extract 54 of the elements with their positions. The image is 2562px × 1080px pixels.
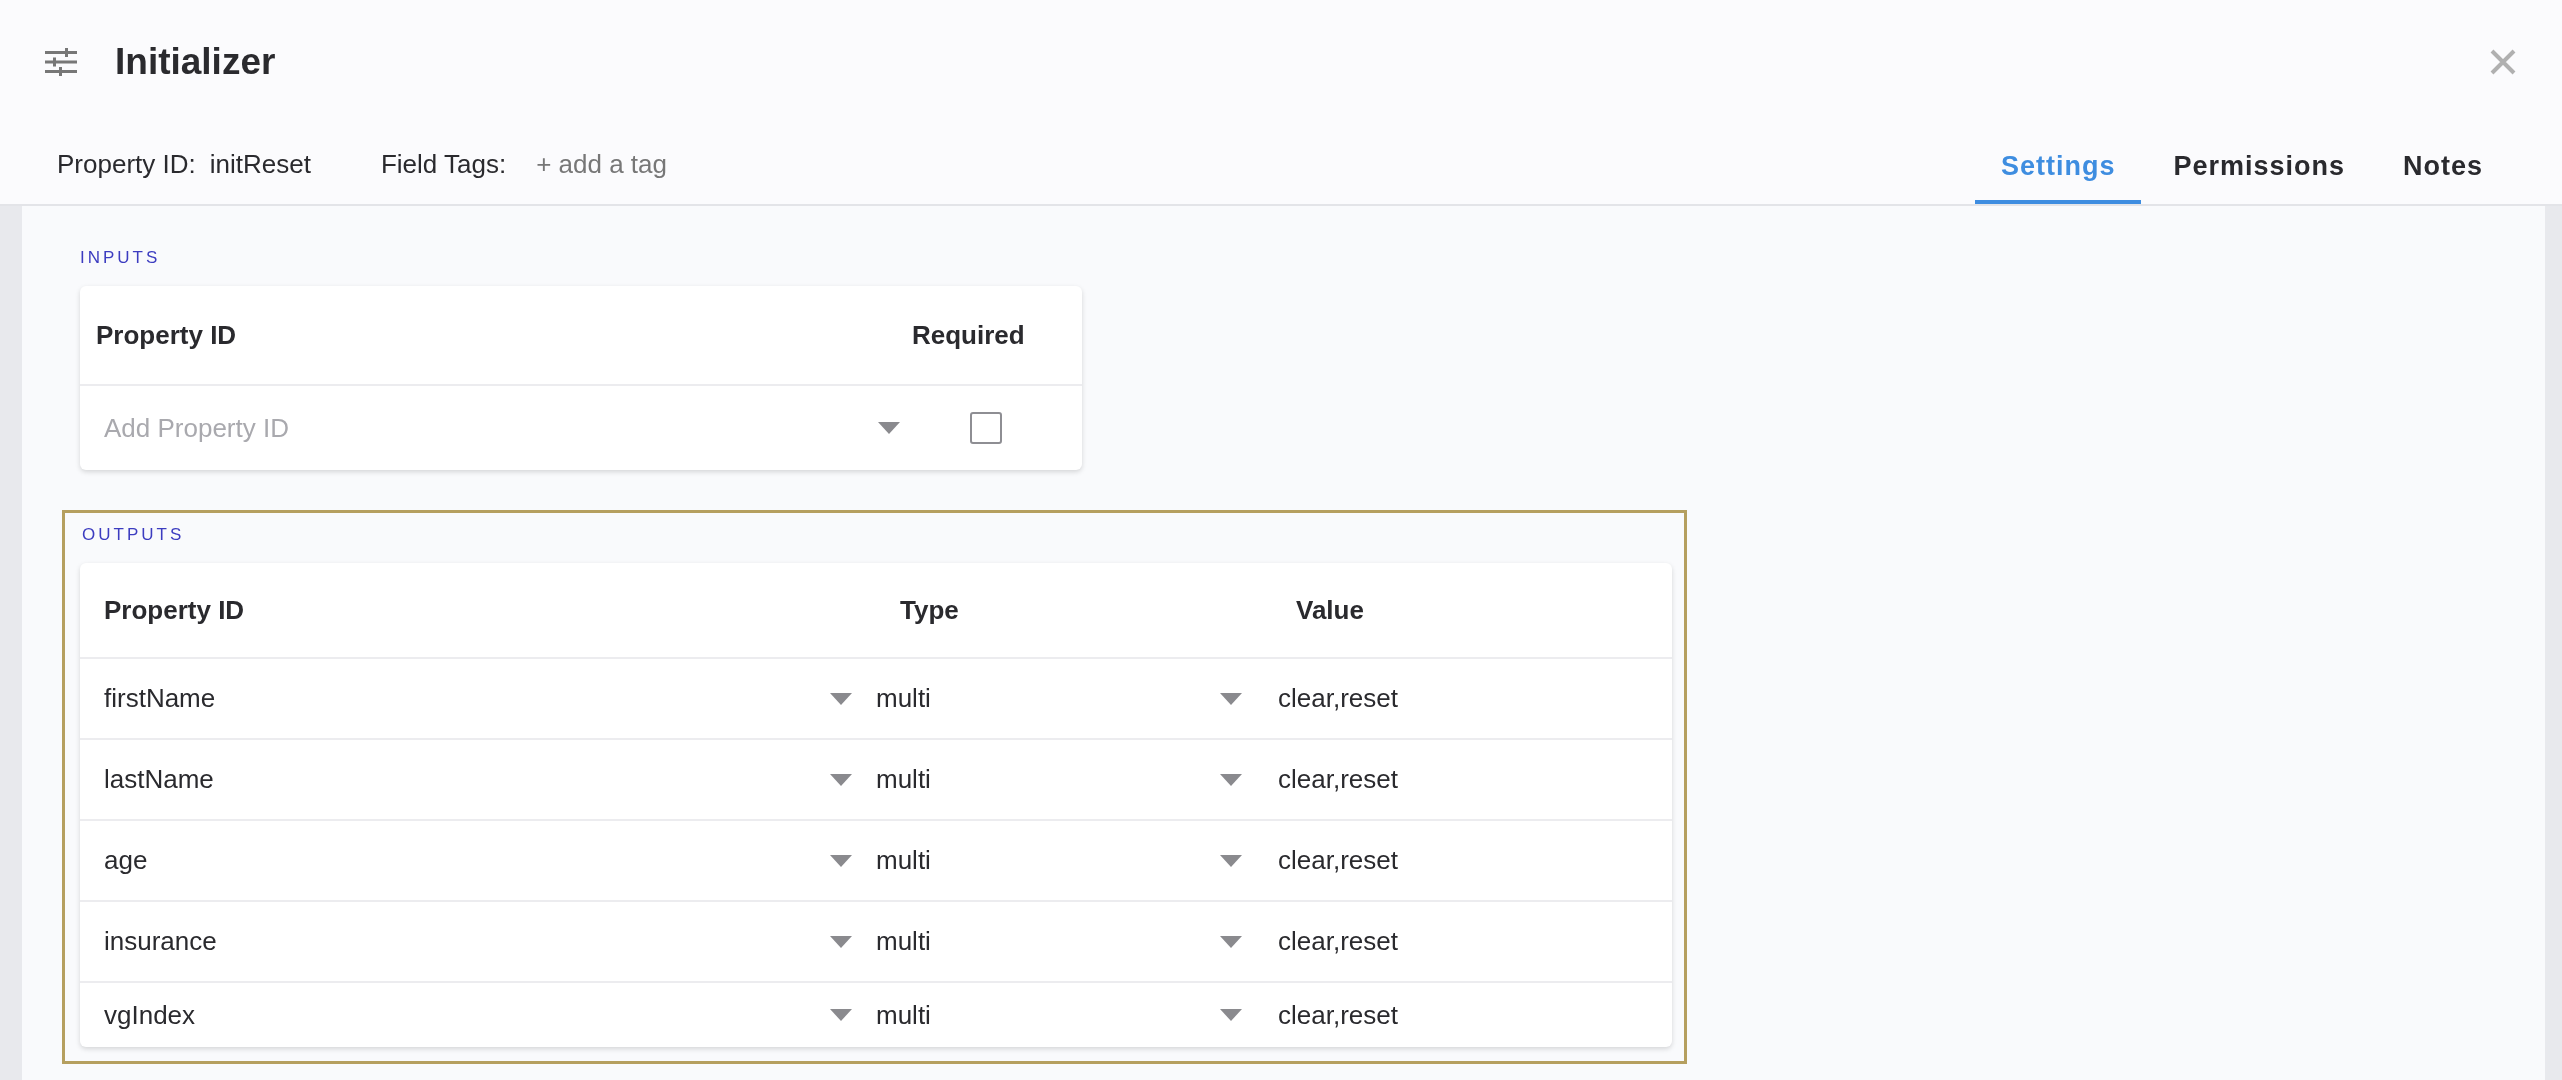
- add-tag-link[interactable]: + add a tag: [536, 148, 667, 180]
- dropdown-caret-icon: [1220, 935, 1242, 948]
- dropdown-caret-icon: [1220, 692, 1242, 705]
- dropdown-value: multi: [876, 683, 931, 714]
- dropdown-value: multi: [876, 764, 931, 795]
- type-dropdown[interactable]: multi: [876, 985, 1272, 1045]
- property-id-dropdown[interactable]: age: [80, 830, 876, 891]
- table-cell-text: clear,reset: [1277, 845, 1399, 876]
- tab[interactable]: Notes: [2377, 124, 2509, 204]
- property-id-dropdown[interactable]: firstName: [80, 668, 876, 729]
- table-cell-text: clear,reset: [1277, 999, 1399, 1031]
- tab[interactable]: Permissions: [2147, 124, 2371, 204]
- type-dropdown[interactable]: multi: [876, 911, 1272, 972]
- dropdown-value: multi: [876, 999, 931, 1031]
- dropdown-caret-icon: [830, 935, 852, 948]
- property-id-label: Property ID:: [57, 148, 196, 180]
- type-dropdown[interactable]: multi: [876, 830, 1272, 891]
- table-cell-text: clear,reset: [1277, 683, 1399, 714]
- dropdown-caret-icon: [830, 692, 852, 705]
- column-header: Property ID: [95, 319, 238, 351]
- dropdown-caret-icon: [830, 773, 852, 786]
- table-cell-text: clear,reset: [1277, 926, 1399, 957]
- dropdown-caret-icon: [878, 422, 900, 434]
- table-cell-text: clear,reset: [1277, 764, 1399, 795]
- dropdown-placeholder: Add Property ID: [104, 412, 289, 444]
- dropdown-value: multi: [876, 845, 931, 876]
- section-heading: OUTPUTS: [82, 525, 186, 545]
- dropdown-caret-icon: [1220, 1009, 1242, 1021]
- field-tags-label: Field Tags:: [380, 148, 507, 180]
- close-icon: [2490, 49, 2516, 75]
- dropdown-value: vgIndex: [104, 999, 196, 1031]
- window-title: Initializer: [115, 41, 276, 83]
- property-id-dropdown[interactable]: vgIndex: [80, 985, 876, 1045]
- required-checkbox[interactable]: [970, 412, 1002, 444]
- dropdown-caret-icon: [830, 1009, 852, 1021]
- sliders-icon: [45, 48, 77, 76]
- property-id-dropdown[interactable]: lastName: [80, 749, 876, 810]
- column-header: Property ID: [103, 594, 246, 626]
- column-header: Required: [912, 319, 1026, 351]
- type-dropdown[interactable]: multi: [876, 668, 1272, 729]
- dropdown-caret-icon: [1220, 773, 1242, 786]
- column-header: Type: [899, 594, 960, 626]
- property-id-dropdown[interactable]: insurance: [80, 911, 876, 972]
- dropdown-caret-icon: [1220, 854, 1242, 867]
- property-id-value: initReset: [209, 148, 311, 180]
- dropdown-value: firstName: [104, 683, 216, 714]
- dropdown-value: age: [104, 845, 148, 876]
- dropdown-caret-icon: [830, 854, 852, 867]
- section-heading: INPUTS: [80, 248, 162, 268]
- dropdown-value: insurance: [104, 926, 217, 957]
- dropdown-value: multi: [876, 926, 931, 957]
- column-header: Value: [1295, 594, 1365, 626]
- dropdown-value: lastName: [104, 764, 214, 795]
- type-dropdown[interactable]: multi: [876, 749, 1272, 810]
